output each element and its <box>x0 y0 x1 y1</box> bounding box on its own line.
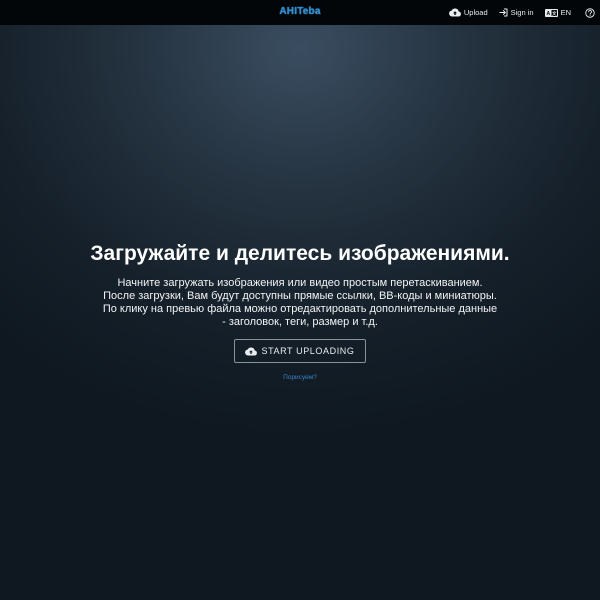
svg-text:文: 文 <box>552 10 557 17</box>
hero-title: Загружайте и делитесь изображениями. <box>90 242 510 265</box>
start-uploading-button[interactable]: START UPLOADING <box>234 339 366 363</box>
hero-description-line: Начните загружать изображения или видео … <box>117 277 483 289</box>
top-bar: AHITeba Upload Sign in A 文 EN <box>0 0 600 25</box>
cloud-upload-icon <box>448 8 461 17</box>
language-label: EN <box>560 8 571 17</box>
upload-nav-button[interactable]: Upload <box>448 8 488 17</box>
cloud-upload-icon <box>245 346 258 355</box>
hero-description: Начните загружать изображения или видео … <box>90 277 510 329</box>
top-nav: Upload Sign in A 文 EN <box>438 0 600 25</box>
hero-description-line: - заголовок, теги, размер и т.д. <box>222 316 378 328</box>
hero-description-line: По клику на превью файла можно отредакти… <box>102 303 498 315</box>
hero-description-line: После загрузки, Вам будут доступны прямы… <box>103 290 497 302</box>
language-selector[interactable]: A 文 EN <box>544 8 571 17</box>
help-button[interactable] <box>585 7 595 18</box>
svg-text:A: A <box>546 11 550 17</box>
upload-nav-label: Upload <box>463 8 488 17</box>
language-icon: A 文 <box>544 8 558 17</box>
sign-in-label: Sign in <box>510 8 534 17</box>
hero-section: Загружайте и делитесь изображениями. Нач… <box>0 240 600 381</box>
start-uploading-label: START UPLOADING <box>261 346 355 356</box>
help-icon <box>585 7 595 18</box>
sign-in-icon <box>499 8 508 17</box>
sign-in-button[interactable]: Sign in <box>499 8 534 17</box>
helper-link[interactable]: Порисуем? <box>0 374 600 381</box>
